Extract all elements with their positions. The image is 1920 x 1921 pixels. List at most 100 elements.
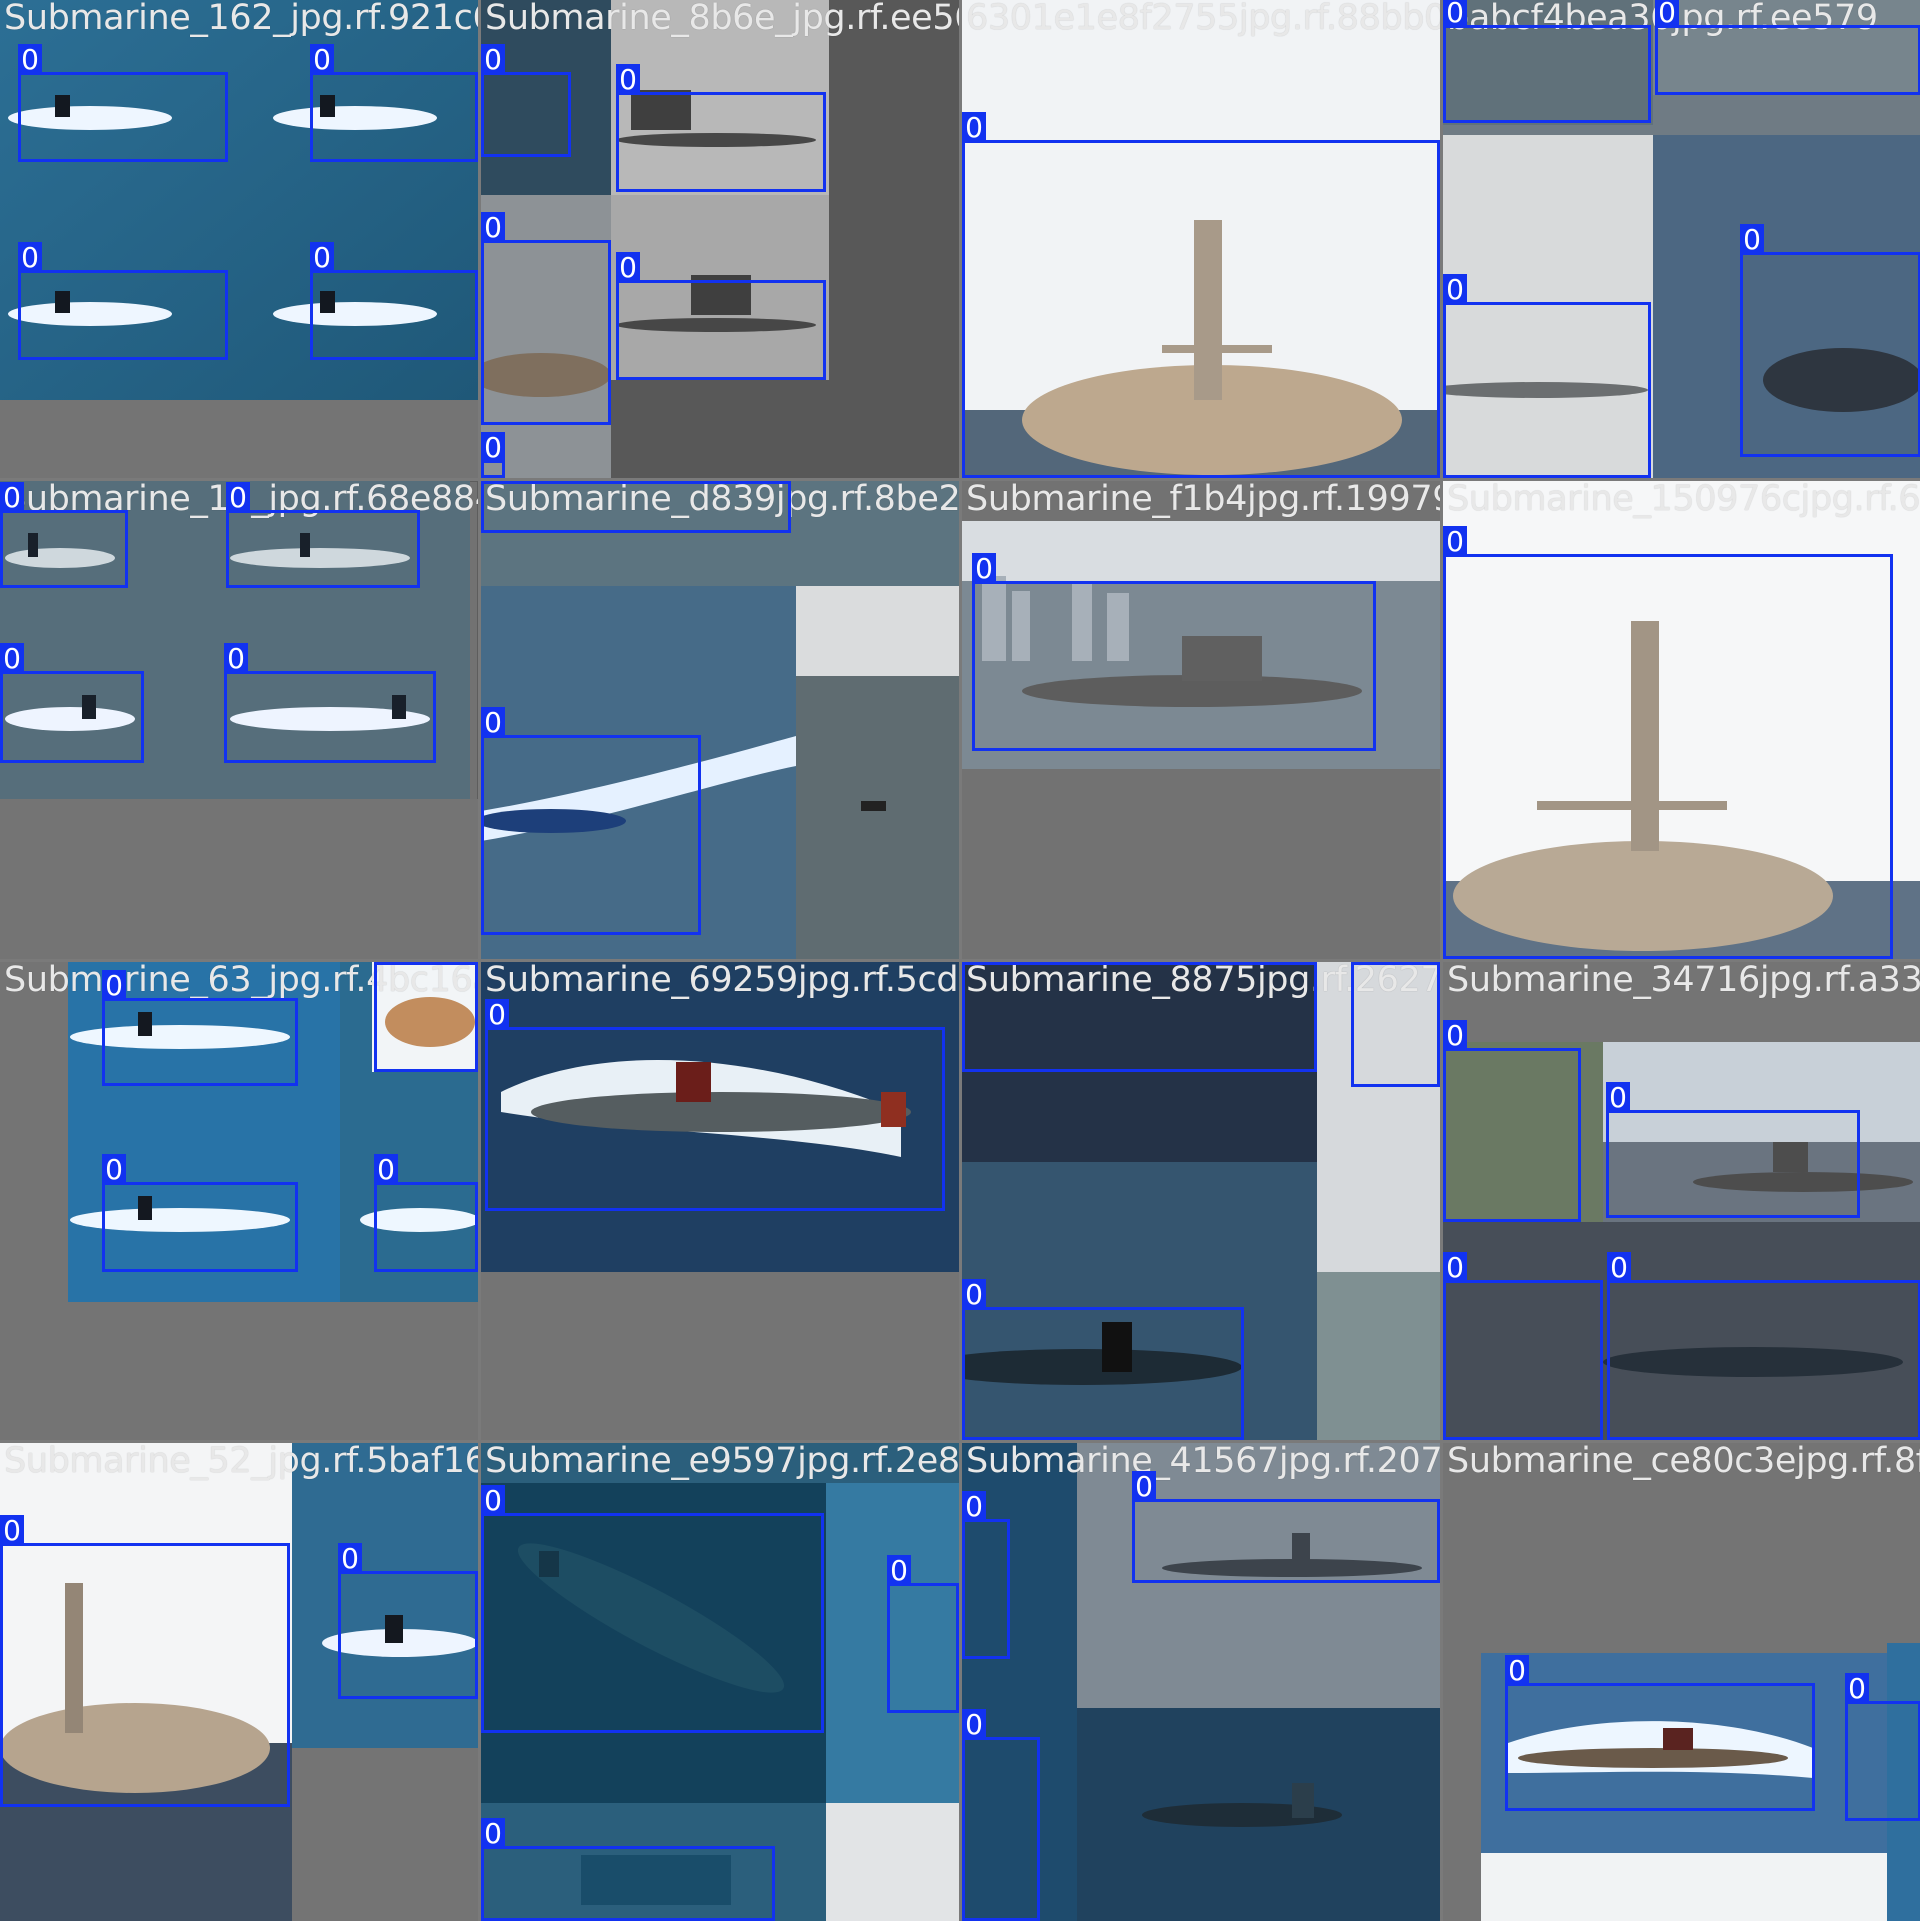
mosaic-tile: Submarine_f1b4jpg.rf.1997991f9892150975 … xyxy=(962,481,1440,959)
class-label: 0 xyxy=(0,482,24,513)
bounding-box: 0 xyxy=(1443,274,1651,478)
bounding-box: 0 xyxy=(616,252,826,380)
class-label: 0 xyxy=(962,1491,986,1522)
class-label: 0 xyxy=(481,1485,505,1516)
class-label: 0 xyxy=(962,112,986,143)
class-label: 0 xyxy=(1443,274,1467,305)
bounding-box: 0 xyxy=(1443,526,1893,959)
class-label: 0 xyxy=(1606,1082,1630,1113)
bounding-box: 0 xyxy=(1132,1471,1440,1583)
bounding-box: 0 xyxy=(1845,1673,1920,1821)
mosaic-tile: Submarine_8875jpg.rf.2627031f62c3d3eb347… xyxy=(962,962,1440,1440)
class-label: 0 xyxy=(18,242,42,273)
mosaic-tile: Submarine_150976cjpg.rf.603b0 0 xyxy=(1443,481,1920,959)
bounding-box: 0 xyxy=(481,1485,824,1733)
class-label: 0 xyxy=(1740,224,1764,255)
class-label: 0 xyxy=(1443,1252,1467,1283)
image-filename: Submarine_41567jpg.rf.207865b86c84c0e80c… xyxy=(966,1443,1440,1481)
class-label: 0 xyxy=(0,1515,24,1546)
bounding-box: 0 xyxy=(481,481,791,533)
bounding-box: 0 xyxy=(481,44,571,157)
bounding-box: 0 xyxy=(0,1515,290,1807)
bounding-box: 0 xyxy=(962,1279,1244,1440)
bounding-box: 0 xyxy=(1443,0,1651,123)
class-label: 0 xyxy=(481,44,505,75)
bounding-box: 0 xyxy=(102,1154,298,1272)
mosaic-tile: Submarine_52_jpg.rf.5baf160079e54e4c9597… xyxy=(0,1443,478,1921)
image-filename: 6301e1e8f2755jpg.rf.88bb0a0f4ae5 xyxy=(966,0,1440,38)
bounding-box: 0 xyxy=(887,1555,959,1713)
bounding-box: 0 xyxy=(18,242,228,360)
class-label: 0 xyxy=(962,1279,986,1310)
bounding-box: 0 xyxy=(1443,1252,1603,1440)
class-label: 0 xyxy=(310,44,334,75)
image-filename: Submarine_34716jpg.rf.a33a3 xyxy=(1447,962,1920,1000)
bounding-box: 0 xyxy=(1505,1655,1815,1811)
class-label: 0 xyxy=(1655,0,1679,28)
class-label: 0 xyxy=(224,643,248,674)
bounding-box: 0 xyxy=(481,1818,775,1921)
class-label: 0 xyxy=(887,1555,911,1586)
bounding-box: 0 xyxy=(481,432,505,478)
class-label: 0 xyxy=(481,432,505,463)
mosaic-tile: Submarine_41567jpg.rf.207865b86c84c0e80c… xyxy=(962,1443,1440,1921)
bounding-box: 0 xyxy=(616,64,826,192)
class-label: 0 xyxy=(0,643,24,674)
image-filename: Submarine_ce80c3ejpg.rf.8ffe5ce xyxy=(1447,1443,1920,1481)
mosaic-grid: Submarine_162_jpg.rf.921c68bb1e53129818e… xyxy=(0,0,1920,1921)
bounding-box: 0 xyxy=(962,112,1440,478)
class-label: 0 xyxy=(1845,1673,1869,1704)
bounding-box: 0 xyxy=(374,1154,478,1272)
bounding-box: 0 xyxy=(972,553,1376,751)
mosaic-tile: Submarine_e9597jpg.rf.2e830921fd8b104156… xyxy=(481,1443,959,1921)
class-label: 0 xyxy=(962,962,986,965)
mosaic-tile: Submarine_d839jpg.rf.8be2786bb35a1bdcfbb… xyxy=(481,481,959,959)
mosaic-tile: Submarine_15_jpg.rf.68e88475c53f6596d839… xyxy=(0,481,478,959)
image-filename: Submarine_150976cjpg.rf.603b0 xyxy=(1447,481,1920,519)
class-label: 0 xyxy=(481,707,505,738)
class-label: 0 xyxy=(102,970,126,1001)
bounding-box: 0 xyxy=(0,643,144,763)
mosaic-tile: Submarine_63_jpg.rf.4bc16a54bb1ac95e1692… xyxy=(0,962,478,1440)
mosaic-tile: Submarine_8b6e_jpg.rf.ee566303045873ef27… xyxy=(481,0,959,478)
bounding-box: 0 xyxy=(481,212,611,425)
bounding-box: 0 xyxy=(1740,224,1920,457)
class-label: 0 xyxy=(310,242,334,273)
class-label: 0 xyxy=(374,962,398,965)
class-label: 0 xyxy=(1351,962,1375,965)
mosaic-tile: Submarine_34716jpg.rf.a33a3 0 0 0 0 xyxy=(1443,962,1920,1440)
mosaic-tile: Submarine_69259jpg.rf.5cdd3af184aa1de887… xyxy=(481,962,959,1440)
class-label: 0 xyxy=(481,1818,505,1849)
image-filename: Submarine_f1b4jpg.rf.1997991f9892150975 xyxy=(966,481,1440,519)
bounding-box: 0 xyxy=(1351,962,1440,1087)
class-label: 0 xyxy=(1443,1020,1467,1051)
bounding-box: 0 xyxy=(0,482,128,588)
bounding-box: 0 xyxy=(962,962,1317,1072)
bounding-box: 0 xyxy=(310,242,478,360)
bounding-box: 0 xyxy=(962,1709,1040,1921)
bounding-box: 0 xyxy=(226,482,420,588)
class-label: 0 xyxy=(962,1709,986,1740)
bounding-box: 0 xyxy=(1607,1252,1920,1440)
mosaic-tile: babcf4bea36jpg.rf.ee579 0 0 0 0 xyxy=(1443,0,1920,478)
bounding-box: 0 xyxy=(481,707,701,935)
class-label: 0 xyxy=(481,212,505,243)
class-label: 0 xyxy=(485,999,509,1030)
class-label: 0 xyxy=(102,1154,126,1185)
bounding-box: 0 xyxy=(310,44,478,162)
class-label: 0 xyxy=(18,44,42,75)
image-filename: Submarine_69259jpg.rf.5cdd3af184aa1de887… xyxy=(485,962,959,1000)
class-label: 0 xyxy=(226,482,250,513)
class-label: 0 xyxy=(616,64,640,95)
mosaic-tile: 6301e1e8f2755jpg.rf.88bb0a0f4ae5 0 xyxy=(962,0,1440,478)
mosaic-tile: Submarine_ce80c3ejpg.rf.8ffe5ce 0 0 xyxy=(1443,1443,1920,1921)
bounding-box: 0 xyxy=(374,962,478,1072)
image-filename: Submarine_8b6e_jpg.rf.ee566303045873ef27… xyxy=(485,0,959,38)
class-label: 0 xyxy=(1443,526,1467,557)
class-label: 0 xyxy=(972,553,996,584)
image-filename: Submarine_e9597jpg.rf.2e830921fd8b104156… xyxy=(485,1443,959,1481)
bounding-box: 0 xyxy=(18,44,228,162)
image-filename: Submarine_52_jpg.rf.5baf160079e54e4c9597 xyxy=(4,1443,478,1481)
bounding-box: 0 xyxy=(1655,0,1920,95)
bounding-box: 0 xyxy=(962,1491,1010,1659)
